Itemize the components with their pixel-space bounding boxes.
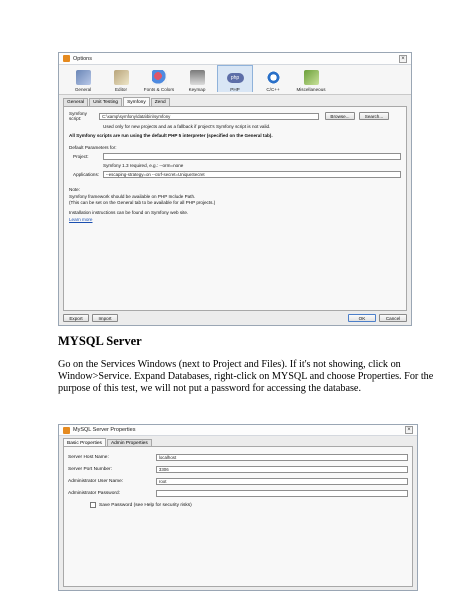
save-password-checkbox[interactable] — [90, 502, 96, 508]
password-input[interactable] — [155, 490, 408, 497]
password-label: Administrator Password: — [68, 491, 120, 496]
tab-symfony[interactable]: Symfony — [123, 97, 150, 106]
user-input[interactable]: root — [155, 478, 408, 485]
basic-properties-panel: Server Host Name: localhost Server Port … — [63, 446, 413, 587]
mysql-titlebar: MySQL Server Properties × — [59, 425, 417, 436]
symfony-script-input[interactable]: C:\xamp\symfony\data\bin\symfony — [99, 112, 319, 120]
default-params-label: Default Parameters for: — [69, 145, 117, 150]
fonts-colors-icon — [151, 70, 167, 85]
applications-label: Applications: — [73, 172, 100, 177]
note-line-1: Symfony framework should be available on… — [69, 194, 196, 199]
close-icon[interactable]: × — [405, 426, 413, 434]
host-input[interactable]: localhost — [155, 454, 408, 461]
editor-icon — [113, 70, 129, 85]
learn-more-link[interactable]: Learn more — [69, 217, 401, 222]
install-text: Installation instructions can be found o… — [69, 210, 189, 215]
miscellaneous-icon — [303, 70, 319, 85]
tab-unit-testing[interactable]: Unit Testing — [89, 98, 123, 106]
options-titlebar: Options × — [59, 53, 411, 65]
note-label: Note: — [69, 187, 80, 192]
category-cpp[interactable]: C/C++ — [255, 65, 291, 92]
options-title: Options — [73, 55, 92, 62]
php-icon: php — [226, 73, 244, 83]
category-fonts-colors[interactable]: Fonts & Colors — [141, 65, 177, 92]
netbeans-icon — [63, 55, 70, 62]
category-general[interactable]: General — [65, 65, 101, 92]
mysql-properties-screenshot: MySQL Server Properties × Basic Properti… — [58, 424, 418, 591]
netbeans-icon — [63, 426, 70, 434]
tab-general[interactable]: General — [63, 98, 89, 106]
export-button[interactable]: Export — [63, 314, 89, 322]
category-keymap[interactable]: Keymap — [179, 65, 215, 92]
section-heading: MYSQL Server — [58, 334, 142, 348]
symfony-requirement: Symfony 1.3 required, e.g.: --orm=none — [103, 163, 184, 168]
search-button[interactable]: Search... — [359, 112, 389, 120]
user-label: Administrator User Name: — [68, 479, 124, 484]
ok-button[interactable]: OK — [348, 314, 376, 322]
note-line-2: (This can be set on the General tab to b… — [69, 200, 216, 205]
import-button[interactable]: Import — [92, 314, 118, 322]
interpreter-note: All Symfony scripts are run using the de… — [69, 133, 273, 138]
category-editor[interactable]: Editor — [103, 65, 139, 92]
mysql-title: MySQL Server Properties — [73, 427, 136, 433]
symfony-panel: Symfony script: C:\xamp\symfony\data\bin… — [63, 106, 407, 311]
mysql-tabs: Basic Properties Admin Properties — [59, 436, 417, 447]
port-label: Server Port Number: — [68, 467, 112, 472]
script-hint: Used only for new projects and as a fall… — [103, 124, 271, 129]
options-dialog-screenshot: Options × General Editor Fonts & Colors … — [58, 52, 412, 326]
applications-input[interactable]: --escaping-strategy=on --csrf-secret=Uni… — [102, 171, 401, 178]
host-label: Server Host Name: — [68, 455, 109, 460]
port-input[interactable]: 3306 — [155, 466, 408, 473]
instructions-paragraph: Go on the Services Windows (next to Proj… — [58, 359, 434, 394]
project-input[interactable] — [102, 153, 401, 160]
category-miscellaneous[interactable]: Miscellaneous — [293, 65, 329, 92]
keymap-icon — [189, 70, 205, 85]
cancel-button[interactable]: Cancel — [379, 314, 407, 322]
close-icon[interactable]: × — [399, 54, 407, 63]
options-tabs: General Unit Testing Symfony Zend — [59, 95, 411, 106]
symfony-script-label: Symfony script: — [69, 111, 87, 121]
options-button-bar: Export Import OK Cancel — [59, 311, 411, 325]
cpp-icon — [265, 70, 281, 85]
category-toolbar: General Editor Fonts & Colors Keymap php… — [59, 65, 411, 95]
project-label: Project: — [73, 154, 89, 159]
tab-zend[interactable]: Zend — [150, 98, 170, 106]
category-php[interactable]: php PHP — [217, 65, 253, 92]
save-password-label: Save Password (see Help for security ris… — [99, 502, 192, 508]
general-icon — [75, 70, 91, 85]
browse-button[interactable]: Browse... — [325, 112, 355, 120]
